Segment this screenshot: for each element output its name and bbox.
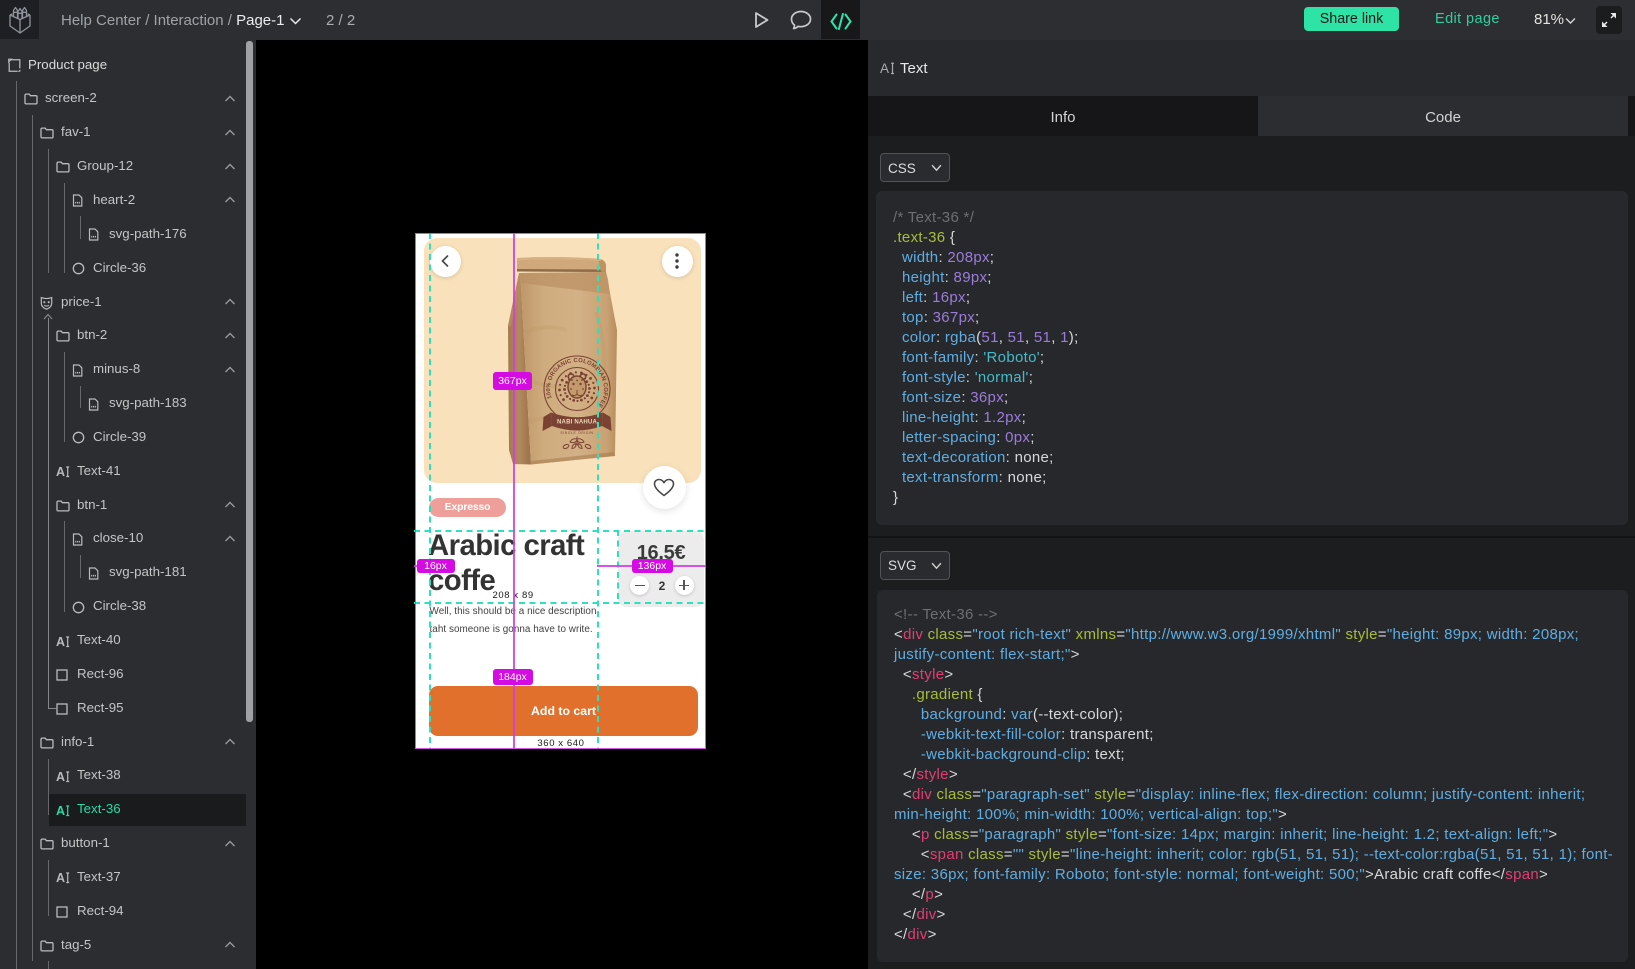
svg-text:A: A: [56, 804, 65, 817]
svg-text:A: A: [56, 871, 65, 884]
svg-text:A: A: [56, 635, 65, 648]
svg-text:A: A: [880, 61, 889, 75]
svg-text:A: A: [56, 770, 65, 783]
svg-text:A: A: [56, 465, 65, 478]
